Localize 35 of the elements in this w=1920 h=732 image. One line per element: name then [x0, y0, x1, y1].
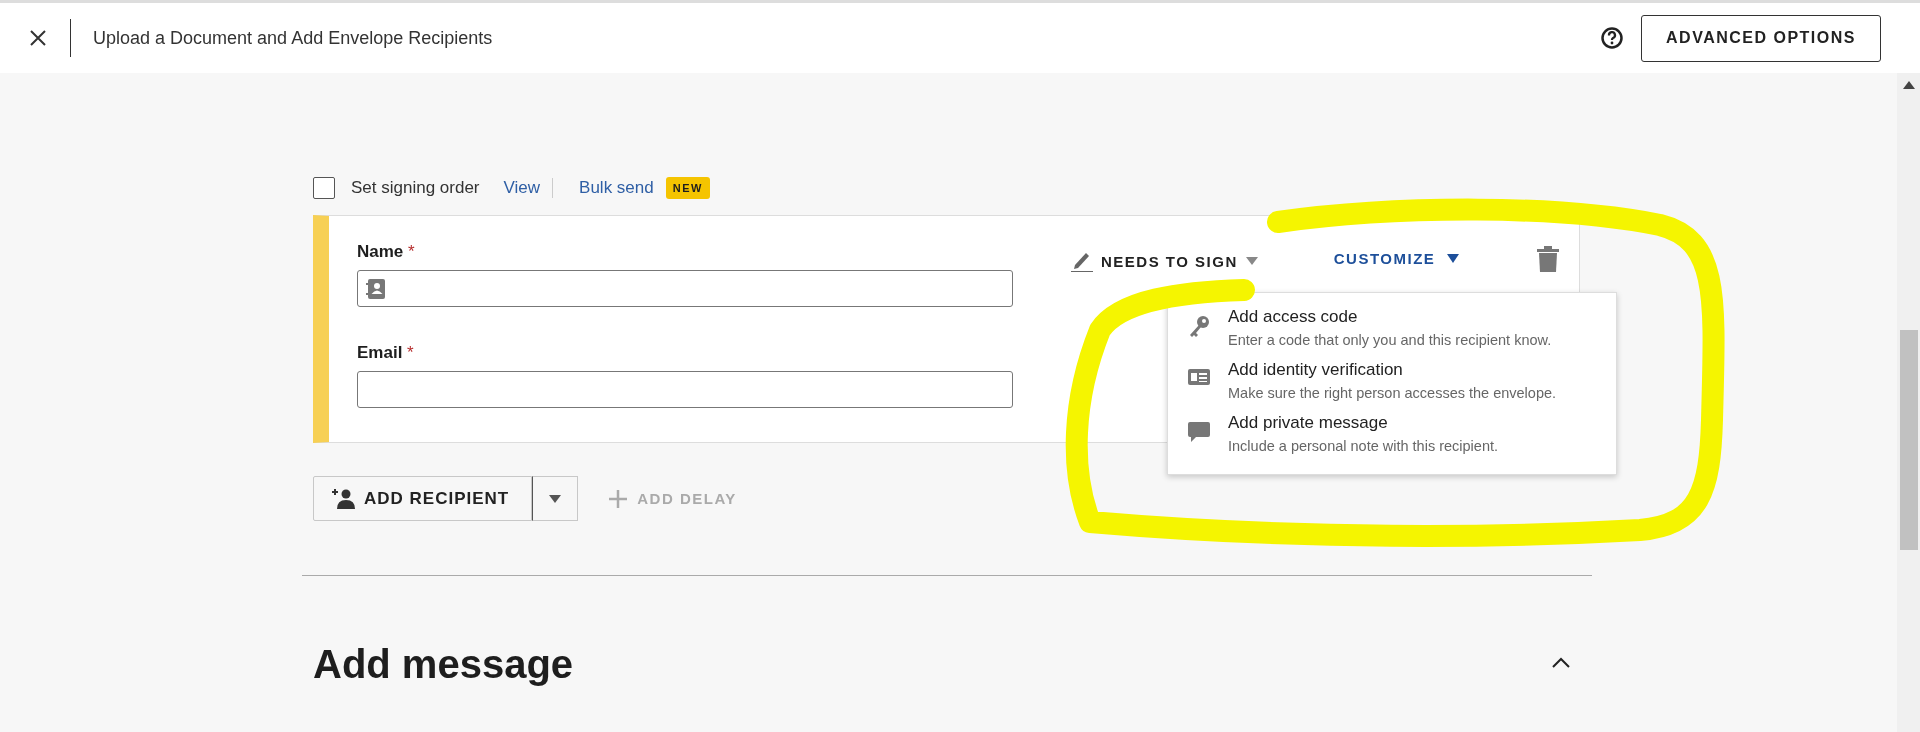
speech-bubble-icon [1188, 421, 1210, 443]
link[interactable]: View [503, 178, 554, 198]
section-heading: Add message [313, 642, 574, 687]
pencil-icon [1071, 250, 1093, 272]
field-label: Name * [357, 242, 416, 262]
contact-book-icon[interactable] [366, 277, 386, 300]
scrollbar[interactable] [1897, 73, 1920, 732]
scroll-thumb[interactable] [1899, 330, 1918, 550]
plus-icon [609, 489, 628, 508]
role-dropdown[interactable]: NEEDS TO SIGN [1071, 250, 1258, 272]
caret-button[interactable] [532, 476, 579, 521]
checkbox[interactable] [313, 177, 335, 199]
page-title: Upload a Document and Add Envelope Recipients [93, 27, 494, 49]
input-field[interactable] [357, 270, 1013, 307]
caret-icon [549, 494, 562, 503]
trash-icon [1537, 246, 1560, 272]
link[interactable]: Bulk send [579, 178, 654, 198]
menu-item[interactable]: Add private message Include a personal note with this recipient. [1168, 413, 1616, 466]
key-icon [1188, 315, 1210, 339]
menu-item[interactable]: Add identity verification Make sure the right person accesses the envelope. [1168, 360, 1616, 413]
id-card-icon [1188, 368, 1210, 386]
delete-button[interactable] [1537, 246, 1560, 275]
scroll-up-icon[interactable] [1902, 81, 1915, 89]
field-label: Email * [357, 343, 415, 363]
input-field[interactable] [357, 371, 1013, 408]
menu-item[interactable]: Add access code Enter a code that only you and this recipient know. [1168, 307, 1616, 360]
help-icon[interactable] [1601, 27, 1623, 49]
add-recipient-button[interactable]: ADD RECIPIENT [313, 476, 533, 521]
caret-icon [1245, 257, 1258, 265]
add-person-icon [332, 488, 356, 509]
checkbox-label: Set signing order [351, 178, 480, 198]
caret-icon [1447, 254, 1460, 263]
new-badge: NEW [665, 177, 710, 199]
customize-dropdown[interactable]: CUSTOMIZE [1333, 250, 1460, 267]
advanced-options-button[interactable]: ADVANCED OPTIONS [1641, 14, 1881, 62]
